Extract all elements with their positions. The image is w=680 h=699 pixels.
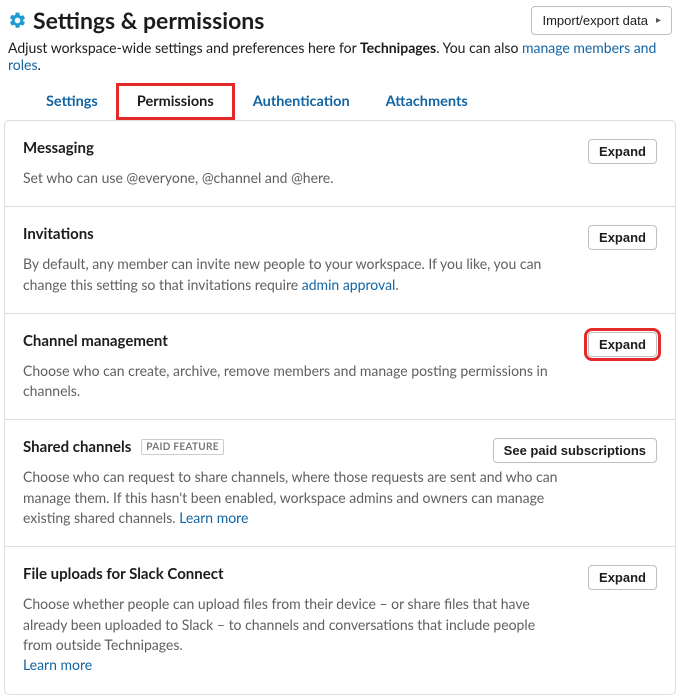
tab-attachments[interactable]: Attachments: [368, 83, 486, 120]
gear-icon: [8, 11, 27, 30]
see-paid-subscriptions-button[interactable]: See paid subscriptions: [493, 438, 657, 463]
section-file-uploads: File uploads for Slack Connect Expand Ch…: [5, 547, 675, 693]
section-desc: Choose who can create, archive, remove m…: [23, 361, 563, 402]
section-desc: Choose whether people can upload files f…: [23, 594, 563, 675]
section-messaging: Messaging Expand Set who can use @everyo…: [5, 121, 675, 207]
expand-button-file-uploads[interactable]: Expand: [588, 565, 657, 590]
section-title: Shared channels PAID FEATURE: [23, 438, 224, 456]
section-invitations: Invitations Expand By default, any membe…: [5, 207, 675, 314]
section-title: Invitations: [23, 225, 94, 243]
tab-authentication[interactable]: Authentication: [235, 83, 368, 120]
section-desc: Set who can use @everyone, @channel and …: [23, 168, 563, 188]
admin-approval-link[interactable]: admin approval: [302, 276, 396, 293]
section-shared-channels: Shared channels PAID FEATURE See paid su…: [5, 420, 675, 547]
expand-button-messaging[interactable]: Expand: [588, 139, 657, 164]
tab-permissions[interactable]: Permissions: [116, 83, 235, 120]
section-title: Channel management: [23, 332, 168, 350]
section-desc: By default, any member can invite new pe…: [23, 254, 563, 295]
expand-button-invitations[interactable]: Expand: [588, 225, 657, 250]
paid-feature-badge: PAID FEATURE: [141, 439, 224, 455]
expand-button-channel-management[interactable]: Expand: [588, 332, 657, 357]
permissions-panel: Messaging Expand Set who can use @everyo…: [4, 120, 676, 695]
section-title: File uploads for Slack Connect: [23, 565, 224, 583]
page-title: Settings & permissions: [33, 6, 264, 34]
tabs: Settings Permissions Authentication Atta…: [0, 83, 680, 120]
learn-more-link[interactable]: Learn more: [179, 509, 248, 526]
chevron-down-icon: ▸: [656, 15, 661, 26]
section-title: Messaging: [23, 139, 94, 157]
section-desc: Choose who can request to share channels…: [23, 467, 563, 528]
page-subtitle: Adjust workspace-wide settings and prefe…: [0, 35, 680, 83]
section-channel-management: Channel management Expand Choose who can…: [5, 314, 675, 421]
import-export-button[interactable]: Import/export data ▸: [531, 6, 672, 35]
tab-settings[interactable]: Settings: [28, 83, 116, 120]
learn-more-link[interactable]: Learn more: [23, 656, 92, 673]
import-export-label: Import/export data: [542, 13, 648, 28]
